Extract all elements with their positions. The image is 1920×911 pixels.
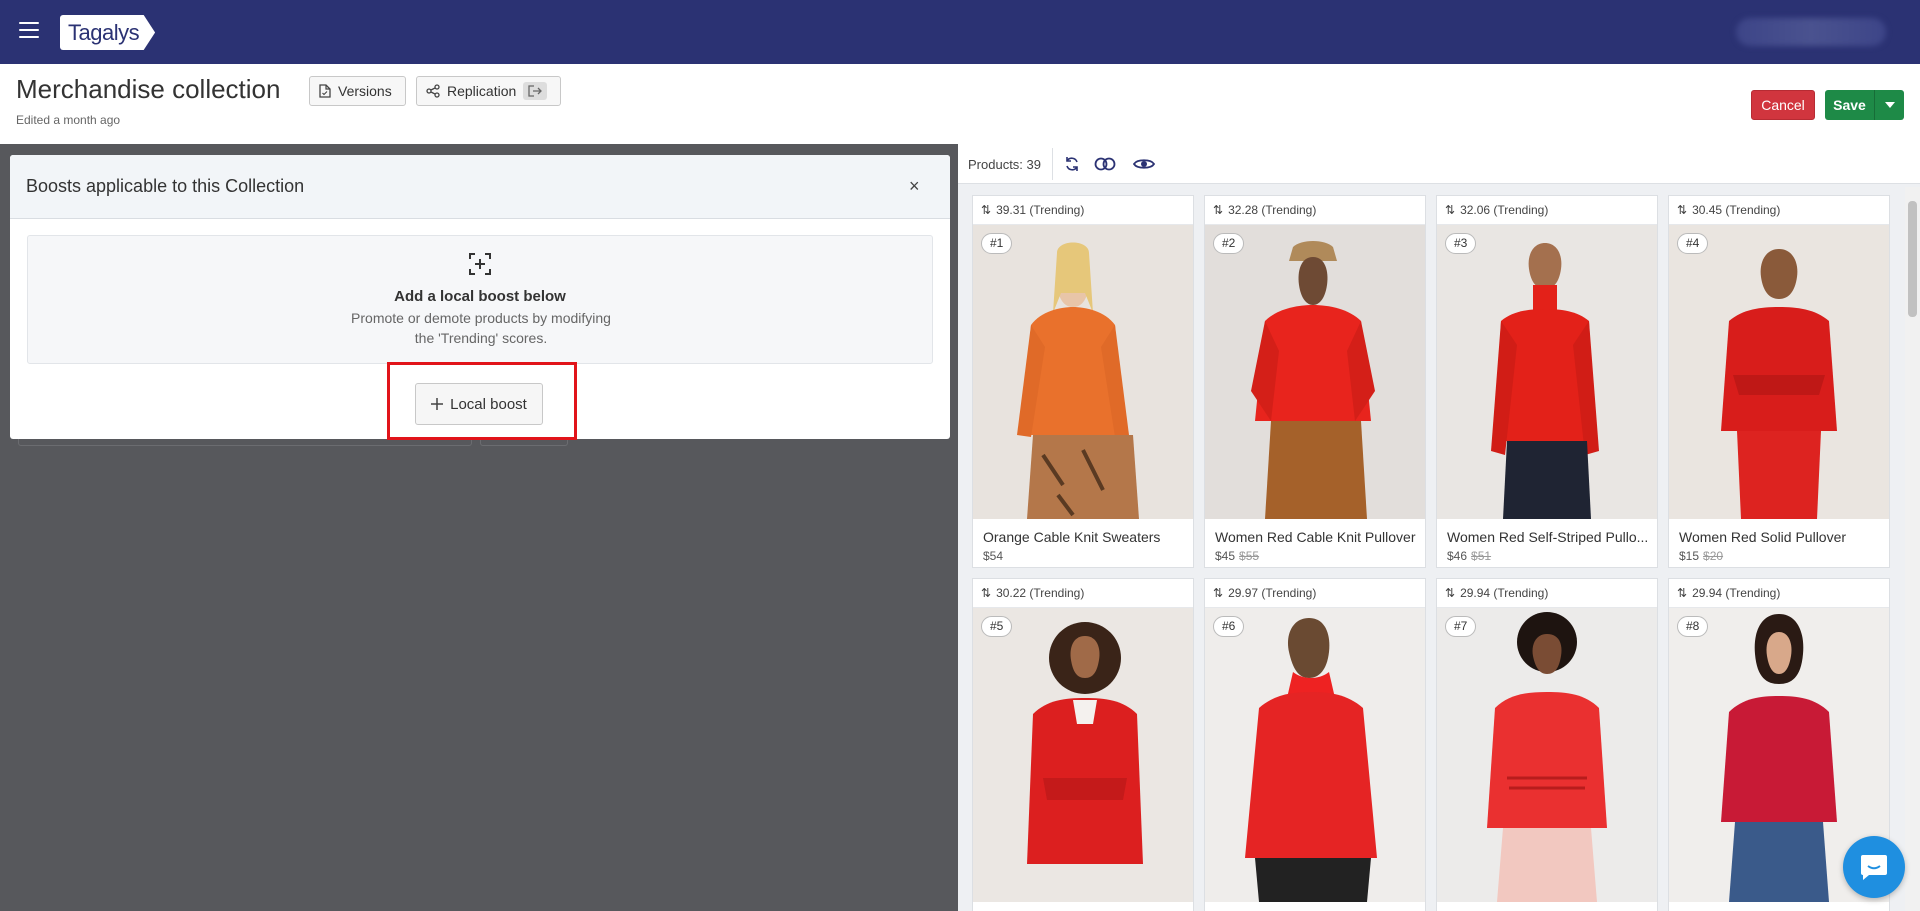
sort-icon: ⇅ xyxy=(1677,586,1688,600)
refresh-icon[interactable] xyxy=(1062,155,1082,173)
save-dropdown-toggle[interactable] xyxy=(1874,90,1904,120)
product-price: $54 xyxy=(983,549,1004,563)
product-card[interactable]: ⇅ 32.06 (Trending) #3 Women Red Self-Stri… xyxy=(1436,195,1658,568)
rank-badge: #4 xyxy=(1677,233,1709,254)
sort-icon: ⇅ xyxy=(1445,203,1456,217)
product-price: $15 $20 xyxy=(1679,549,1724,563)
rank-badge: #5 xyxy=(981,616,1013,637)
product-name: Women Red Self-Striped Pullo... xyxy=(1447,529,1649,545)
product-card[interactable]: ⇅ 29.94 (Trending) #7 xyxy=(1436,578,1658,911)
page-title: Merchandise collection xyxy=(16,74,281,104)
rank-badge: #6 xyxy=(1213,616,1245,637)
eye-icon[interactable] xyxy=(1133,155,1155,173)
save-button-group: Save xyxy=(1825,90,1904,120)
product-card[interactable]: ⇅ 30.45 (Trending) #4 Women Red Solid Pul… xyxy=(1668,195,1890,568)
products-scrollbar[interactable] xyxy=(1905,187,1920,911)
product-image: #1 xyxy=(973,225,1193,519)
save-button[interactable]: Save xyxy=(1825,90,1874,120)
rank-badge: #3 xyxy=(1445,233,1477,254)
boosts-modal: Boosts applicable to this Collection × A… xyxy=(10,155,950,440)
product-image: #7 xyxy=(1437,608,1657,902)
sort-icon: ⇅ xyxy=(1213,586,1224,600)
card-score: ⇅ 29.97 (Trending) xyxy=(1205,579,1425,608)
card-score: ⇅ 30.45 (Trending) xyxy=(1669,196,1889,225)
local-boost-button[interactable]: Local boost xyxy=(415,383,543,425)
product-image: #3 xyxy=(1437,225,1657,519)
product-card[interactable]: ⇅ 30.22 (Trending) #5 xyxy=(972,578,1194,911)
products-count: Products: 39 xyxy=(968,157,1041,172)
product-name: Women Red Solid Pullover xyxy=(1679,529,1847,545)
exit-icon xyxy=(523,82,548,100)
product-image: #5 xyxy=(973,608,1193,902)
modal-header: Boosts applicable to this Collection × xyxy=(10,155,950,219)
document-icon xyxy=(319,84,331,98)
versions-button[interactable]: Versions xyxy=(309,76,406,106)
product-image: #4 xyxy=(1669,225,1889,519)
replication-label: Replication xyxy=(447,83,517,99)
edited-timestamp: Edited a month ago xyxy=(16,113,121,127)
chat-button[interactable] xyxy=(1843,836,1905,898)
sort-icon: ⇅ xyxy=(1445,586,1456,600)
product-image: #6 xyxy=(1205,608,1425,902)
product-price: $45 $55 xyxy=(1215,549,1260,563)
sort-icon: ⇅ xyxy=(1677,203,1688,217)
sort-icon: ⇅ xyxy=(1213,203,1224,217)
plus-icon xyxy=(431,398,444,410)
empty-state-description: Promote or demote products by modifying … xyxy=(351,310,611,346)
product-card[interactable]: ⇅ 32.28 (Trending) #2 Women Red Cable Kni… xyxy=(1204,195,1426,568)
focus-add-icon xyxy=(469,253,491,275)
sort-icon: ⇅ xyxy=(981,586,992,600)
product-name: Women Red Cable Knit Pullover xyxy=(1215,529,1416,545)
product-card[interactable]: ⇅ 39.31 (Trending) #1 Orange Cable Knit S… xyxy=(972,195,1194,568)
product-image: #2 xyxy=(1205,225,1425,519)
versions-label: Versions xyxy=(338,83,392,99)
share-nodes-icon xyxy=(426,84,440,98)
rank-badge: #1 xyxy=(981,233,1013,254)
chat-bubble-icon xyxy=(1861,855,1887,880)
products-panel: Products: 39 ⇅ 39.31 (Trending) #1 Orang… xyxy=(958,144,1920,911)
toolbar-divider xyxy=(1052,148,1053,180)
rank-badge: #2 xyxy=(1213,233,1245,254)
card-score: ⇅ 32.06 (Trending) xyxy=(1437,196,1657,225)
caret-down-icon xyxy=(1884,102,1895,108)
rank-badge: #8 xyxy=(1677,616,1709,637)
card-score: ⇅ 30.22 (Trending) xyxy=(973,579,1193,608)
sort-icon: ⇅ xyxy=(981,203,992,217)
rank-badge: #7 xyxy=(1445,616,1477,637)
local-boost-label: Local boost xyxy=(450,395,527,413)
product-price: $46 $51 xyxy=(1447,549,1492,563)
card-score: ⇅ 29.94 (Trending) xyxy=(1669,579,1889,608)
compare-icon[interactable] xyxy=(1094,155,1116,173)
scrollbar-thumb[interactable] xyxy=(1908,201,1917,317)
close-icon[interactable]: × xyxy=(909,176,920,197)
top-navbar: Tagalys xyxy=(0,0,1920,64)
card-score: ⇅ 39.31 (Trending) xyxy=(973,196,1193,225)
empty-state-title: Add a local boost below xyxy=(394,288,566,305)
menu-icon[interactable] xyxy=(19,22,39,38)
logo[interactable]: Tagalys xyxy=(60,15,156,50)
products-toolbar: Products: 39 xyxy=(958,144,1920,184)
empty-state: Add a local boost below Promote or demot… xyxy=(27,235,933,364)
replication-button[interactable]: Replication xyxy=(416,76,561,106)
user-menu[interactable] xyxy=(1736,18,1886,46)
modal-title: Boosts applicable to this Collection xyxy=(26,176,305,196)
card-score: ⇅ 29.94 (Trending) xyxy=(1437,579,1657,608)
product-card[interactable]: ⇅ 29.97 (Trending) #6 xyxy=(1204,578,1426,911)
card-score: ⇅ 32.28 (Trending) xyxy=(1205,196,1425,225)
product-name: Orange Cable Knit Sweaters xyxy=(983,529,1161,545)
cancel-button[interactable]: Cancel xyxy=(1751,90,1815,120)
